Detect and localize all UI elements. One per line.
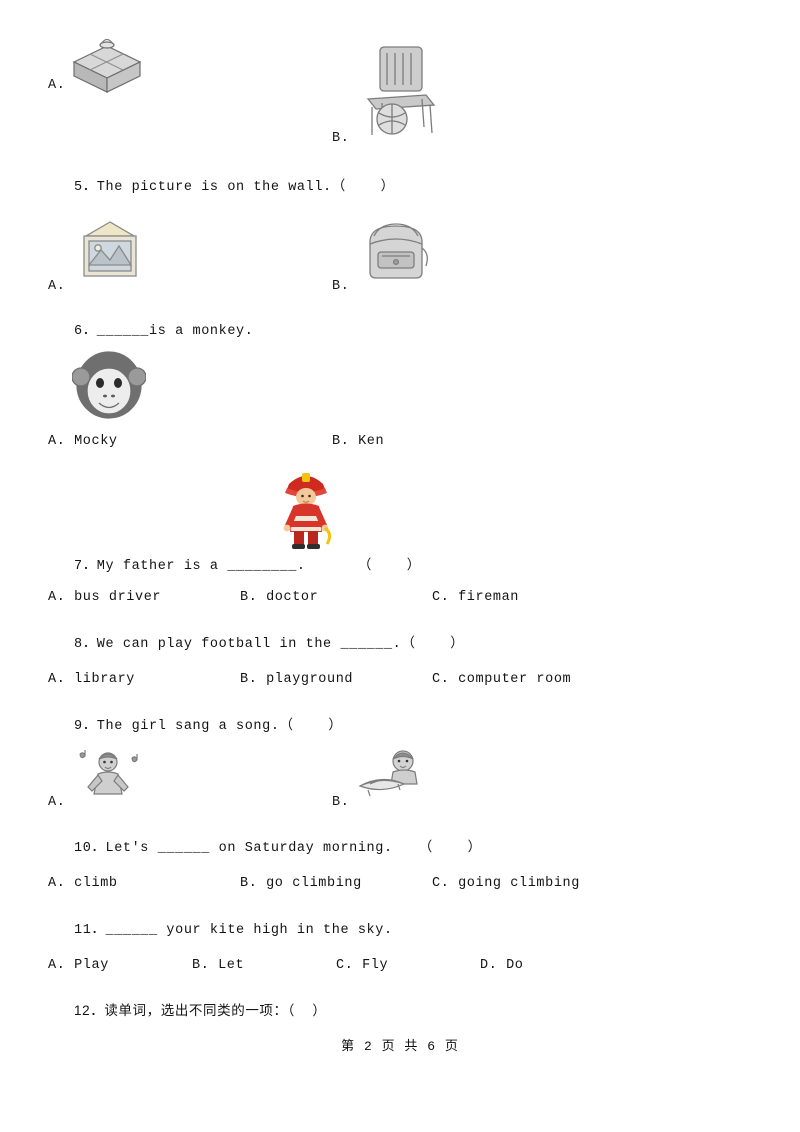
chair-and-ball-sketch-icon <box>356 43 444 144</box>
question-8-option-a[interactable]: A. library <box>48 672 135 687</box>
option-label: A. <box>48 795 66 810</box>
option-label: A. library <box>48 672 136 687</box>
option-label: B. Ken <box>332 434 385 449</box>
option-label: C. going climbing <box>432 876 580 891</box>
option-label: A. Play <box>48 958 109 973</box>
option-label: A. <box>48 78 66 93</box>
question-6-option-b[interactable]: B. Ken <box>332 434 384 449</box>
question-10-option-a[interactable]: A. climb <box>48 876 118 891</box>
question-6-text: 6．______is a monkey. <box>74 324 254 339</box>
picture-frame-sketch-icon <box>70 218 150 287</box>
question-9-text: 9．The girl sang a song.（ ） <box>74 719 343 734</box>
question-5-option-a[interactable]: A. <box>48 221 137 294</box>
option-label: B. doctor <box>240 590 319 605</box>
question-7-option-b[interactable]: B. doctor <box>240 590 318 605</box>
question-6-option-a[interactable]: A. Mocky <box>48 434 118 449</box>
question-8-option-c[interactable]: C. computer room <box>432 672 571 687</box>
option-label: D. Do <box>480 958 524 973</box>
question-11-option-c[interactable]: C. Fly <box>336 958 388 973</box>
footer-prefix: 第 <box>341 1039 356 1054</box>
question-4-option-a[interactable]: A. <box>48 38 142 93</box>
option-label: C. computer room <box>432 672 572 687</box>
schoolbag-sketch-icon <box>356 218 436 285</box>
question-4-option-b[interactable]: B. <box>332 46 436 146</box>
option-label: C. Fly <box>336 958 389 973</box>
question-10-text: 10．Let's ______ on Saturday morning. （ ） <box>74 841 482 856</box>
question-8-option-b[interactable]: B. playground <box>240 672 353 687</box>
question-8-text: 8．We can play football in the ______.（ ） <box>74 637 465 652</box>
worksheet-page: A. B. 5．The picture is on the wall.（ ） A… <box>0 0 800 1132</box>
question-7-option-c[interactable]: C. fireman <box>432 590 519 605</box>
question-7-image <box>275 466 337 555</box>
question-11-option-b[interactable]: B. Let <box>192 958 244 973</box>
footer-suffix: 页 <box>444 1039 459 1054</box>
question-11-text: 11．______ your kite high in the sky. <box>74 923 393 938</box>
question-10-option-c[interactable]: C. going climbing <box>432 876 580 891</box>
question-9-option-b[interactable]: B. <box>332 750 418 810</box>
question-5-option-b[interactable]: B. <box>332 223 428 294</box>
question-6-image <box>71 343 147 428</box>
option-label: A. Mocky <box>48 434 118 449</box>
fireman-color-icon <box>275 466 337 555</box>
option-label: A. <box>48 279 66 294</box>
question-7-text: 7．My father is a ________. （ ） <box>74 559 421 574</box>
option-label: B. <box>332 795 350 810</box>
question-10-option-b[interactable]: B. go climbing <box>240 876 362 891</box>
option-label: B. <box>332 131 350 146</box>
option-label: A. bus driver <box>48 590 162 605</box>
girl-reading-sketch-icon <box>356 748 434 805</box>
option-label: B. go climbing <box>240 876 362 891</box>
question-11-option-a[interactable]: A. Play <box>48 958 109 973</box>
question-11-option-d[interactable]: D. Do <box>480 958 524 973</box>
question-12-text: 12．读单词，选出不同类的一项：（ ） <box>74 1003 327 1018</box>
footer-total-pages: 6 <box>427 1039 437 1054</box>
monkey-sketch-icon <box>71 343 147 428</box>
footer-mid: 页 共 <box>381 1039 419 1054</box>
page-footer: 第 2 页 共 6 页 <box>0 1035 800 1070</box>
cake-box-sketch-icon <box>68 36 146 99</box>
option-label: B. <box>332 279 350 294</box>
question-7-option-a[interactable]: A. bus driver <box>48 590 161 605</box>
question-5-text: 5．The picture is on the wall.（ ） <box>74 180 395 195</box>
option-label: C. fireman <box>432 590 520 605</box>
girl-singing-sketch-icon <box>72 748 144 805</box>
option-label: B. playground <box>240 672 354 687</box>
footer-page-number: 2 <box>363 1039 373 1054</box>
question-9-option-a[interactable]: A. <box>48 750 138 810</box>
option-label: A. climb <box>48 876 118 891</box>
option-label: B. Let <box>192 958 245 973</box>
